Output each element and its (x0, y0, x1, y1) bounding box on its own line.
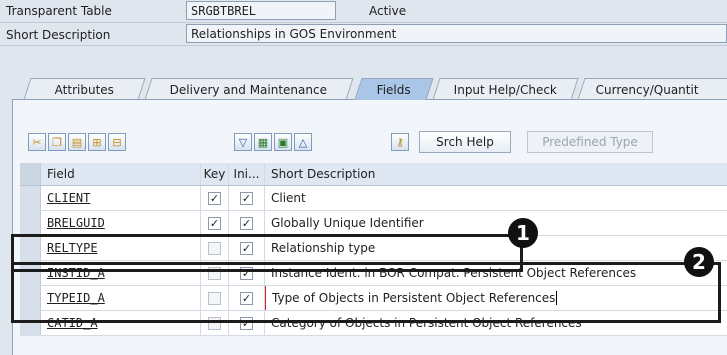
field-name[interactable]: TYPEID_A (47, 291, 105, 305)
initial-checkbox[interactable]: ✓ (240, 191, 253, 205)
select-all-cell[interactable] (20, 163, 41, 185)
key-cell (201, 311, 229, 335)
short-desc-field[interactable]: Relationships in GOS Environment (186, 24, 727, 43)
key-checkbox[interactable]: ✓ (208, 216, 221, 230)
key-checkbox[interactable] (208, 266, 221, 280)
tab-fields[interactable]: Fields (354, 78, 434, 100)
table-type-label: Transparent Table (6, 4, 112, 18)
row-selector[interactable] (20, 211, 41, 235)
initial-checkbox[interactable]: ✓ (240, 291, 253, 305)
field-name-cell[interactable]: TYPEID_A (41, 286, 201, 310)
field-name[interactable]: INSTID_A (47, 266, 105, 280)
description-cell[interactable]: Relationship type (265, 236, 727, 260)
field-name[interactable]: CATID_A (47, 316, 98, 330)
table-status: Active (369, 4, 407, 18)
description-cell[interactable]: Globally Unique Identifier (265, 211, 727, 235)
move-down-icon[interactable]: ▽ (234, 133, 252, 151)
key-cell: ✓ (201, 186, 229, 210)
initial-checkbox[interactable]: ✓ (240, 241, 253, 255)
initial-cell: ✓ (229, 186, 265, 210)
grid-header-row: Field Key Ini... Short Description (20, 163, 727, 186)
tab-delivery-maintenance[interactable]: Delivery and Maintenance (144, 78, 354, 100)
toolbar-nav-group: ▽ ▦ ▣ △ (234, 131, 314, 153)
tab-input-help-check[interactable]: Input Help/Check (432, 78, 579, 100)
initial-cell: ✓ (229, 311, 265, 335)
column-header-short-description[interactable]: Short Description (265, 163, 727, 185)
structure-details-icon[interactable]: ▣ (274, 133, 292, 151)
key-checkbox[interactable]: ✓ (208, 191, 221, 205)
key-cell (201, 236, 229, 260)
initial-cell: ✓ (229, 261, 265, 285)
header-divider (0, 22, 727, 23)
srch-help-button[interactable]: Srch Help (419, 131, 511, 153)
row-selector[interactable] (20, 286, 41, 310)
column-header-field[interactable]: Field (41, 163, 201, 185)
field-name-cell[interactable]: BRELGUID (41, 211, 201, 235)
move-up-icon[interactable]: △ (294, 133, 312, 151)
insert-row-icon[interactable]: ⊞ (88, 133, 106, 151)
copy-icon[interactable]: ❐ (48, 133, 66, 151)
description-cell[interactable]: Category of Objects in Persistent Object… (265, 311, 727, 335)
column-header-initial[interactable]: Ini... (229, 163, 265, 185)
key-checkbox[interactable] (208, 316, 221, 330)
key-checkbox[interactable] (208, 291, 221, 305)
text-cursor (556, 291, 558, 305)
table-row: RELTYPE ✓ Relationship type (20, 236, 727, 261)
key-checkbox[interactable] (208, 241, 221, 255)
key-cell (201, 261, 229, 285)
table-name-field[interactable]: SRGBTBREL (186, 1, 336, 20)
predefined-type-button[interactable]: Predefined Type (527, 131, 653, 153)
row-selector[interactable] (20, 186, 41, 210)
toolbar-edit-group: ✂ ❐ ▤ ⊞ ⊟ (28, 131, 128, 153)
paste-icon[interactable]: ▤ (68, 133, 86, 151)
field-name-cell[interactable]: CATID_A (41, 311, 201, 335)
tab-currency-quantity[interactable]: Currency/Quantit (577, 78, 727, 100)
delete-row-icon[interactable]: ⊟ (108, 133, 126, 151)
description-text[interactable]: Type of Objects in Persistent Object Ref… (272, 291, 555, 305)
header-divider-2 (0, 45, 727, 46)
table-row: CATID_A ✓ Category of Objects in Persist… (20, 311, 727, 336)
description-cell[interactable]: Type of Objects in Persistent Object Ref… (265, 286, 727, 310)
initial-cell: ✓ (229, 286, 265, 310)
field-name-cell[interactable]: RELTYPE (41, 236, 201, 260)
field-name[interactable]: BRELGUID (47, 216, 105, 230)
initial-checkbox[interactable]: ✓ (240, 266, 253, 280)
table-row: BRELGUID ✓ ✓ Globally Unique Identifier (20, 211, 727, 236)
row-selector[interactable] (20, 261, 41, 285)
key-cell: ✓ (201, 211, 229, 235)
annotation-badge-2: 2 (684, 247, 714, 277)
initial-cell: ✓ (229, 236, 265, 260)
insert-structure-icon[interactable]: ▦ (254, 133, 272, 151)
description-cell[interactable]: Client (265, 186, 727, 210)
field-name-cell[interactable]: CLIENT (41, 186, 201, 210)
key-icon[interactable]: ⚷ (391, 133, 409, 151)
column-header-key[interactable]: Key (201, 163, 229, 185)
table-row: CLIENT ✓ ✓ Client (20, 186, 727, 211)
cut-icon[interactable]: ✂ (28, 133, 46, 151)
field-name-cell[interactable]: INSTID_A (41, 261, 201, 285)
key-cell (201, 286, 229, 310)
field-name[interactable]: CLIENT (47, 191, 90, 205)
table-row: INSTID_A ✓ Instance Ident. in BOR Compat… (20, 261, 727, 286)
row-selector[interactable] (20, 311, 41, 335)
row-selector[interactable] (20, 236, 41, 260)
fields-grid: Field Key Ini... Short Description CLIEN… (20, 163, 727, 336)
table-row: TYPEID_A ✓ Type of Objects in Persistent… (20, 286, 727, 311)
initial-cell: ✓ (229, 211, 265, 235)
annotation-badge-1: 1 (508, 218, 538, 248)
initial-checkbox[interactable]: ✓ (240, 316, 253, 330)
description-cell[interactable]: Instance Ident. in BOR Compat. Persisten… (265, 261, 727, 285)
initial-checkbox[interactable]: ✓ (240, 216, 253, 230)
field-name[interactable]: RELTYPE (47, 241, 98, 255)
short-desc-label: Short Description (6, 28, 111, 42)
tab-attributes[interactable]: Attributes (23, 78, 146, 100)
